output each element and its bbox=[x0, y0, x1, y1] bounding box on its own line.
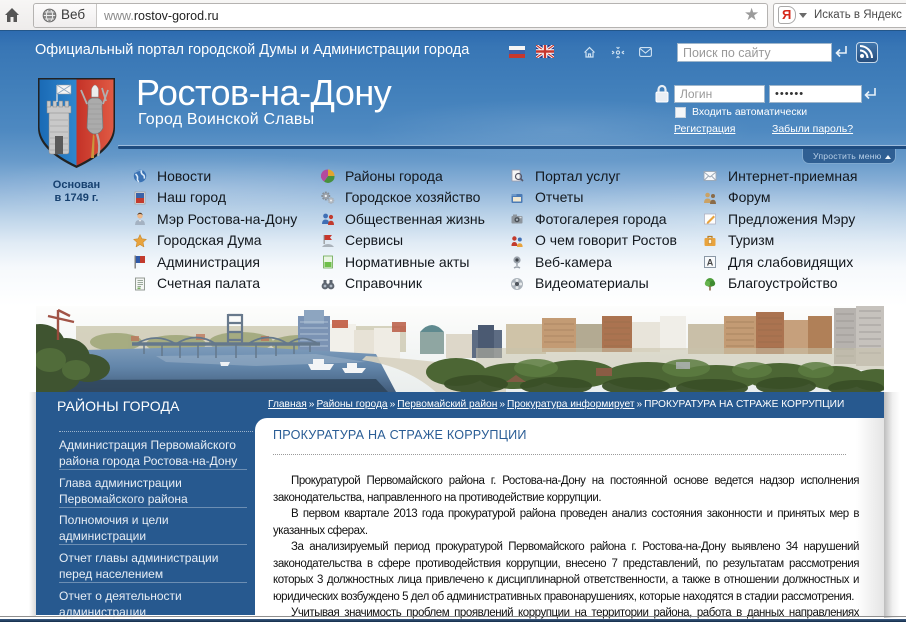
svg-text:A: A bbox=[707, 258, 714, 268]
